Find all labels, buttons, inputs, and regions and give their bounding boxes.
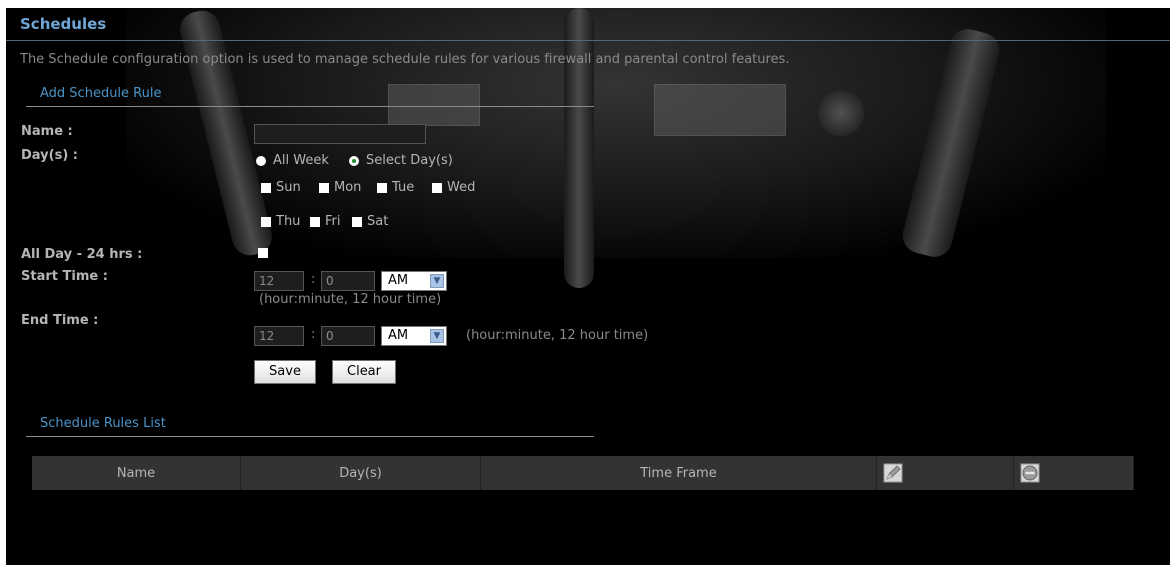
day-checkbox-fri[interactable]	[310, 217, 320, 227]
day-label-sun: Sun	[276, 180, 301, 195]
name-label: Name :	[21, 124, 73, 139]
edit-pencil-icon	[883, 463, 903, 483]
rules-list-section-title: Schedule Rules List	[40, 416, 166, 431]
day-checkbox-sun[interactable]	[261, 183, 271, 193]
power-jack-image	[818, 90, 864, 136]
rules-list-section-header: Schedule Rules List	[26, 414, 594, 437]
all-day-checkbox[interactable]	[258, 248, 268, 258]
chevron-down-icon: ▼	[430, 274, 444, 288]
add-rule-section-title: Add Schedule Rule	[40, 86, 162, 101]
end-minute-input[interactable]	[321, 326, 375, 346]
select-days-label: Select Day(s)	[366, 153, 453, 168]
end-time-hint: (hour:minute, 12 hour time)	[466, 328, 649, 343]
end-ampm-value: AM	[388, 328, 409, 343]
all-week-radio[interactable]	[256, 156, 266, 166]
add-rule-section-header: Add Schedule Rule	[26, 84, 594, 107]
days-label: Day(s) :	[21, 148, 78, 163]
clear-button[interactable]: Clear	[332, 360, 396, 384]
antenna-center-image	[564, 8, 594, 288]
column-header-days: Day(s)	[240, 456, 481, 490]
end-hour-input[interactable]	[254, 326, 304, 346]
start-minute-input[interactable]	[321, 271, 375, 291]
day-checkbox-thu[interactable]	[261, 217, 271, 227]
start-time-hint: (hour:minute, 12 hour time)	[259, 292, 442, 307]
day-label-mon: Mon	[334, 180, 362, 195]
day-label-thu: Thu	[276, 214, 301, 229]
day-checkbox-mon[interactable]	[319, 183, 329, 193]
end-time-label: End Time :	[21, 313, 99, 328]
page-description: The Schedule configuration option is use…	[20, 52, 790, 67]
start-time-separator: :	[311, 272, 316, 287]
start-ampm-value: AM	[388, 273, 409, 288]
end-time-separator: :	[311, 327, 316, 342]
all-day-label: All Day - 24 hrs :	[21, 247, 143, 262]
column-header-name: Name	[32, 456, 241, 490]
day-label-tue: Tue	[392, 180, 415, 195]
start-hour-input[interactable]	[254, 271, 304, 291]
name-input[interactable]	[254, 124, 426, 144]
ethernet-port-image	[654, 84, 786, 136]
day-label-sat: Sat	[367, 214, 389, 229]
start-time-label: Start Time :	[21, 269, 108, 284]
title-bar: Schedules	[6, 8, 1170, 41]
day-checkbox-wed[interactable]	[432, 183, 442, 193]
start-ampm-select[interactable]: AM ▼	[381, 271, 447, 291]
column-header-time-frame: Time Frame	[480, 456, 877, 490]
day-label-wed: Wed	[447, 180, 476, 195]
save-button[interactable]: Save	[254, 360, 316, 384]
schedules-panel: Schedules The Schedule configuration opt…	[6, 8, 1170, 565]
table-header-row: Name Day(s) Time Frame	[32, 456, 1134, 490]
day-checkbox-sat[interactable]	[352, 217, 362, 227]
all-week-label: All Week	[273, 153, 329, 168]
end-ampm-select[interactable]: AM ▼	[381, 326, 447, 346]
chevron-down-icon: ▼	[430, 329, 444, 343]
day-checkbox-tue[interactable]	[377, 183, 387, 193]
day-label-fri: Fri	[325, 214, 341, 229]
schedule-rules-table: Name Day(s) Time Frame	[32, 456, 1134, 490]
column-header-edit	[876, 456, 1014, 490]
select-days-radio[interactable]	[349, 156, 359, 166]
column-header-delete	[1013, 456, 1134, 490]
delete-circle-icon	[1020, 463, 1040, 483]
page-title: Schedules	[20, 15, 107, 33]
